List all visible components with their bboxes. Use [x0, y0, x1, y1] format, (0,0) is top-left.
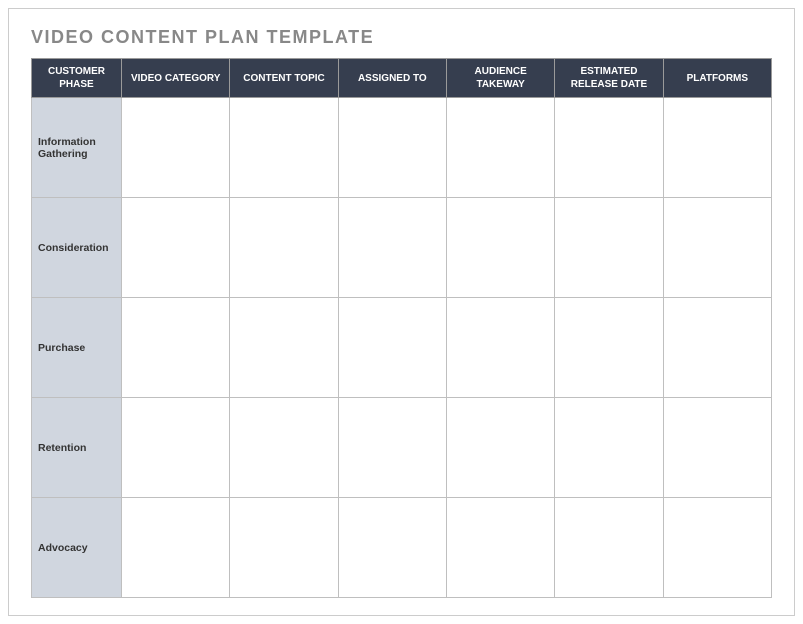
- cell-estimated-release-date: [555, 98, 663, 198]
- cell-platforms: [663, 498, 771, 598]
- table-row: Advocacy: [32, 498, 772, 598]
- cell-platforms: [663, 298, 771, 398]
- cell-video-category: [122, 298, 230, 398]
- col-audience-takeaway: AUDIENCE TAKEWAY: [446, 59, 554, 98]
- col-content-topic: CONTENT TOPIC: [230, 59, 338, 98]
- col-estimated-release-date: ESTIMATED RELEASE DATE: [555, 59, 663, 98]
- cell-assigned-to: [338, 298, 446, 398]
- phase-cell: Advocacy: [32, 498, 122, 598]
- cell-video-category: [122, 398, 230, 498]
- table-row: Retention: [32, 398, 772, 498]
- cell-audience-takeaway: [446, 498, 554, 598]
- cell-assigned-to: [338, 198, 446, 298]
- cell-estimated-release-date: [555, 298, 663, 398]
- col-assigned-to: ASSIGNED TO: [338, 59, 446, 98]
- phase-cell: Information Gathering: [32, 98, 122, 198]
- cell-content-topic: [230, 98, 338, 198]
- cell-assigned-to: [338, 398, 446, 498]
- cell-assigned-to: [338, 498, 446, 598]
- content-plan-table: CUSTOMER PHASE VIDEO CATEGORY CONTENT TO…: [31, 58, 772, 598]
- table-header-row: CUSTOMER PHASE VIDEO CATEGORY CONTENT TO…: [32, 59, 772, 98]
- phase-cell: Consideration: [32, 198, 122, 298]
- cell-platforms: [663, 98, 771, 198]
- cell-audience-takeaway: [446, 298, 554, 398]
- cell-content-topic: [230, 498, 338, 598]
- cell-video-category: [122, 198, 230, 298]
- cell-content-topic: [230, 298, 338, 398]
- cell-audience-takeaway: [446, 198, 554, 298]
- document-page: VIDEO CONTENT PLAN TEMPLATE CUSTOMER PHA…: [8, 8, 795, 616]
- cell-estimated-release-date: [555, 498, 663, 598]
- table-row: Information Gathering: [32, 98, 772, 198]
- cell-content-topic: [230, 198, 338, 298]
- cell-audience-takeaway: [446, 98, 554, 198]
- cell-content-topic: [230, 398, 338, 498]
- cell-video-category: [122, 98, 230, 198]
- cell-platforms: [663, 198, 771, 298]
- cell-audience-takeaway: [446, 398, 554, 498]
- phase-cell: Retention: [32, 398, 122, 498]
- col-customer-phase: CUSTOMER PHASE: [32, 59, 122, 98]
- col-platforms: PLATFORMS: [663, 59, 771, 98]
- cell-platforms: [663, 398, 771, 498]
- table-row: Consideration: [32, 198, 772, 298]
- cell-estimated-release-date: [555, 398, 663, 498]
- col-video-category: VIDEO CATEGORY: [122, 59, 230, 98]
- cell-assigned-to: [338, 98, 446, 198]
- page-title: VIDEO CONTENT PLAN TEMPLATE: [31, 27, 772, 48]
- table-row: Purchase: [32, 298, 772, 398]
- cell-video-category: [122, 498, 230, 598]
- cell-estimated-release-date: [555, 198, 663, 298]
- phase-cell: Purchase: [32, 298, 122, 398]
